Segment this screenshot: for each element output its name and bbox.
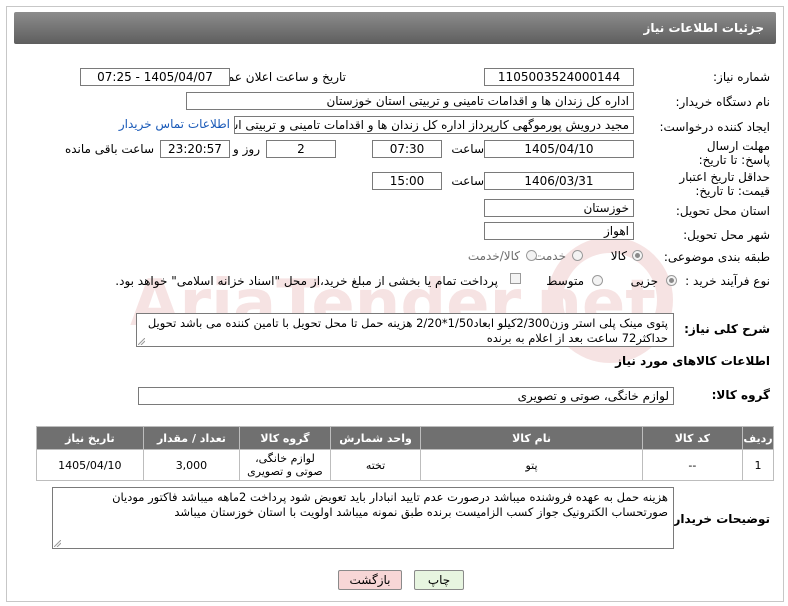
print-button[interactable]: چاپ bbox=[414, 570, 464, 590]
buyer-org-field: اداره کل زندان ها و اقدامات تامینی و ترب… bbox=[186, 92, 634, 110]
radio-service[interactable] bbox=[572, 250, 583, 261]
buyer-org-label: نام دستگاه خریدار: bbox=[675, 95, 771, 109]
subject-class-label: طبقه بندی موضوعی: bbox=[663, 250, 770, 264]
col-item-name: نام کالا bbox=[420, 426, 643, 450]
delivery-province-label: استان محل تحویل: bbox=[675, 204, 770, 218]
price-validity-date-field: 1406/03/31 bbox=[484, 172, 634, 190]
col-item-group: گروه کالا bbox=[239, 426, 331, 450]
goods-info-title: اطلاعات کالاهای مورد نیاز bbox=[615, 354, 770, 368]
col-need-date: تاریخ نیاز bbox=[36, 426, 144, 450]
cell-quantity: 3,000 bbox=[142, 449, 241, 481]
items-table: ردیف کد کالا نام کالا واحد شمارش گروه کا… bbox=[36, 426, 774, 481]
need-number-field: 1105003524000144 bbox=[484, 68, 634, 86]
treasury-payment-checkbox[interactable] bbox=[510, 273, 521, 284]
description-textarea: پتوی مینک پلی استر وزن2/300کیلو ابعاد1/5… bbox=[136, 313, 674, 347]
col-item-code: کد کالا bbox=[641, 426, 744, 450]
buyer-contact-link[interactable]: اطلاعات تماس خریدار bbox=[119, 117, 230, 131]
buyer-notes-label: توضیحات خریدار: bbox=[668, 512, 770, 526]
col-unit: واحد شمارش bbox=[329, 426, 422, 450]
radio-service-label: خدمت bbox=[534, 249, 566, 263]
table-row: 1 -- پتو تخته لوازم خانگی، صوتی و تصویری… bbox=[36, 449, 774, 481]
process-type-label: نوع فرآیند خرید : bbox=[685, 274, 770, 288]
remaining-time-field: 23:20:57 bbox=[160, 140, 230, 158]
radio-medium[interactable] bbox=[592, 275, 603, 286]
radio-minor-label: جزیی bbox=[630, 274, 658, 288]
price-validity-time-label: ساعت bbox=[451, 174, 484, 188]
requester-field: مجید درویش پورموگهی کارپرداز اداره کل زن… bbox=[234, 116, 634, 134]
deadline-label: مهلت ارسال پاسخ: تا تاریخ: bbox=[698, 139, 770, 167]
cell-row-number: 1 bbox=[742, 449, 774, 481]
back-button[interactable]: بازگشت bbox=[338, 570, 402, 590]
cell-item-name: پتو bbox=[420, 449, 643, 481]
cell-need-date: 1405/04/10 bbox=[36, 449, 144, 481]
deadline-time-label: ساعت bbox=[451, 142, 484, 156]
description-label: شرح کلی نیاز: bbox=[684, 322, 770, 336]
cell-unit: تخته bbox=[329, 449, 422, 481]
delivery-province-field: خوزستان bbox=[484, 199, 634, 217]
cell-item-group: لوازم خانگی، صوتی و تصویری bbox=[239, 449, 331, 481]
radio-minor[interactable] bbox=[666, 275, 677, 286]
buyer-notes-textarea: هزینه حمل به عهده فروشنده میباشد درصورت … bbox=[52, 487, 674, 549]
buyer-notes-resize-grip[interactable] bbox=[54, 540, 61, 547]
deadline-days-field: 2 bbox=[266, 140, 336, 158]
col-row-number: ردیف bbox=[742, 426, 774, 450]
cell-item-code: -- bbox=[641, 449, 744, 481]
page-header: جزئیات اطلاعات نیاز bbox=[14, 12, 776, 44]
radio-medium-label: متوسط bbox=[546, 274, 584, 288]
delivery-city-field: اهواز bbox=[484, 222, 634, 240]
items-table-header: ردیف کد کالا نام کالا واحد شمارش گروه کا… bbox=[36, 426, 774, 450]
radio-goods-label: کالا bbox=[610, 249, 627, 263]
announce-datetime-field: 1405/04/07 - 07:25 bbox=[80, 68, 230, 86]
price-validity-label: حداقل تاریخ اعتبار قیمت: تا تاریخ: bbox=[679, 170, 770, 198]
deadline-days-label: روز و bbox=[233, 142, 260, 156]
description-resize-grip[interactable] bbox=[138, 338, 145, 345]
treasury-payment-text: پرداخت تمام یا بخشی از مبلغ خرید،از محل … bbox=[115, 274, 498, 288]
price-validity-time-field: 15:00 bbox=[372, 172, 442, 190]
goods-group-label: گروه کالا: bbox=[711, 388, 770, 402]
deadline-date-field: 1405/04/10 bbox=[484, 140, 634, 158]
requester-label: ایجاد کننده درخواست: bbox=[659, 120, 770, 134]
deadline-time-field: 07:30 bbox=[372, 140, 442, 158]
watermark-logo: AriaTender.net bbox=[130, 237, 673, 363]
delivery-city-label: شهر محل تحویل: bbox=[683, 228, 770, 242]
radio-goods-service-label: کالا/خدمت bbox=[467, 249, 520, 263]
remaining-time-label: ساعت باقی مانده bbox=[64, 142, 154, 156]
page-title: جزئیات اطلاعات نیاز bbox=[643, 21, 764, 35]
radio-goods[interactable] bbox=[632, 250, 643, 261]
need-number-label: شماره نیاز: bbox=[713, 70, 770, 84]
radio-goods-service[interactable] bbox=[526, 250, 537, 261]
col-quantity: تعداد / مقدار bbox=[142, 426, 241, 450]
goods-group-field: لوازم خانگی، صوتی و تصویری bbox=[138, 387, 674, 405]
